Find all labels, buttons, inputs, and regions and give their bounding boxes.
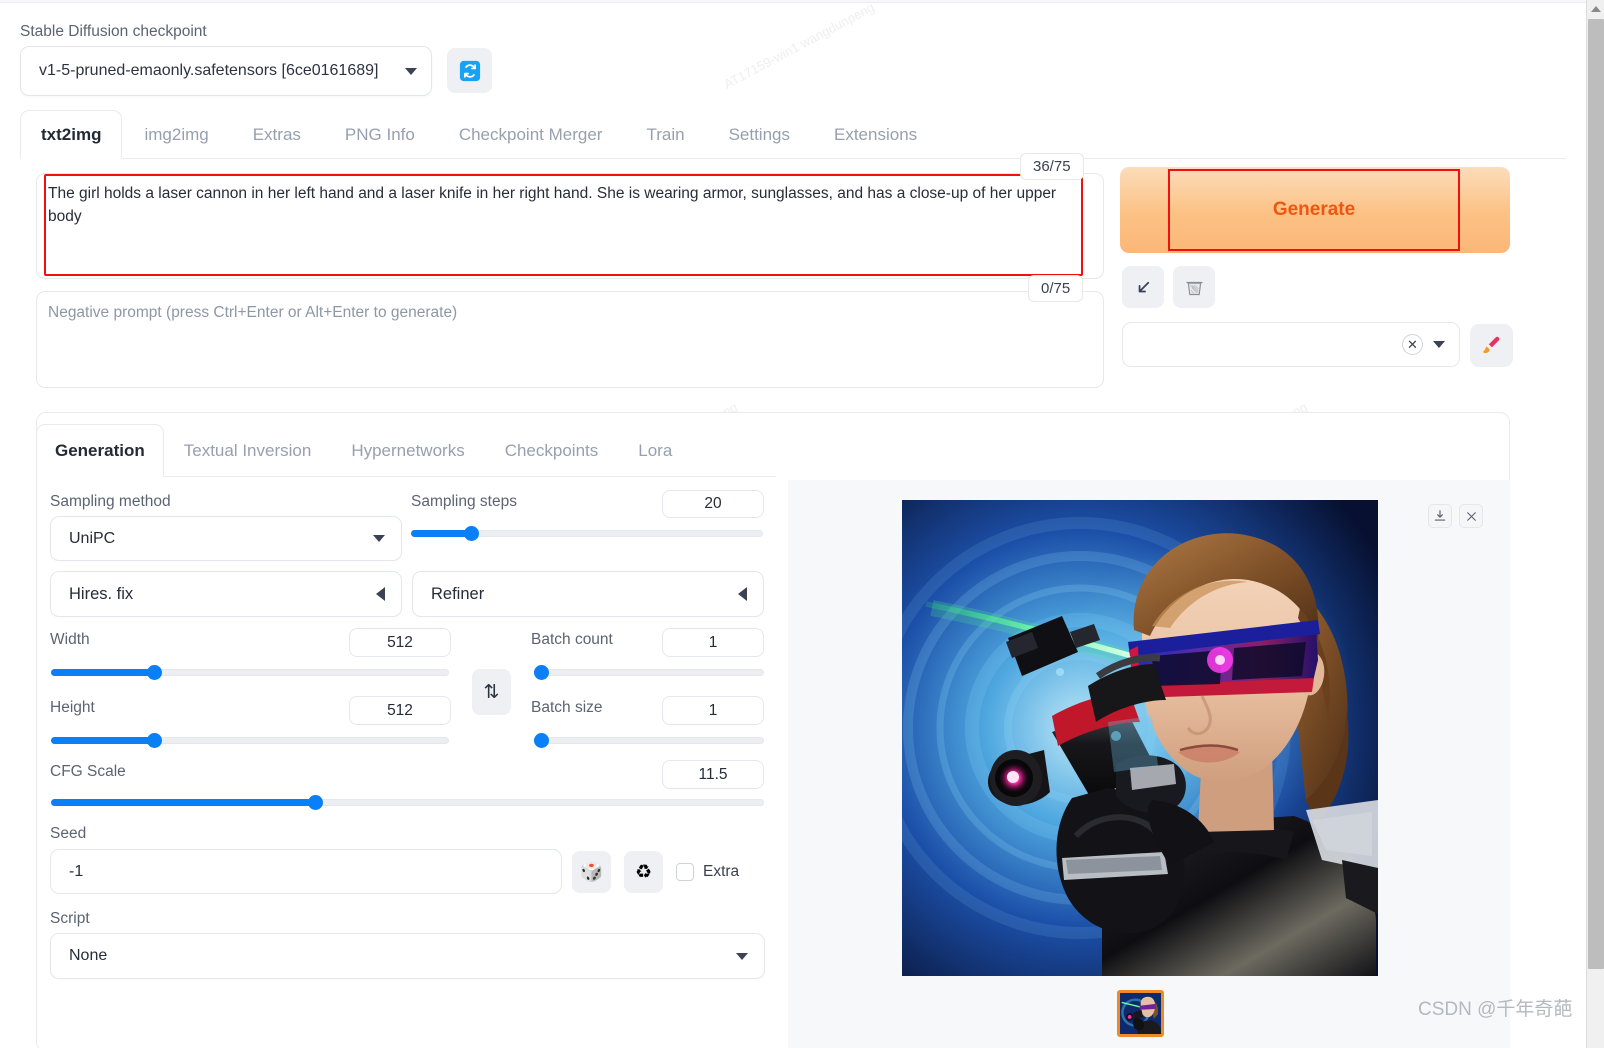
- checkpoint-label: Stable Diffusion checkpoint: [20, 23, 207, 40]
- cfg-scale-input[interactable]: 11.5: [662, 760, 764, 789]
- recycle-icon[interactable]: ♻: [624, 851, 663, 893]
- generate-button-label: Generate: [1272, 199, 1356, 220]
- sampling-steps-input[interactable]: 20: [662, 490, 764, 518]
- hires-fix-accordion[interactable]: Hires. fix: [50, 571, 402, 617]
- refiner-accordion[interactable]: Refiner: [412, 571, 764, 617]
- script-select[interactable]: None: [50, 933, 765, 979]
- sampling-method-select[interactable]: UniPC: [50, 516, 402, 561]
- chevron-down-icon: [405, 67, 417, 75]
- slider-track: [534, 669, 764, 676]
- tab-hypernetworks[interactable]: Hypernetworks: [331, 441, 484, 476]
- dice-icon[interactable]: 🎲: [572, 851, 611, 893]
- swap-dimensions-icon[interactable]: ⇅: [472, 669, 511, 715]
- batch-count-input[interactable]: 1: [662, 628, 764, 657]
- batch-size-input[interactable]: 1: [662, 696, 764, 725]
- tab-png-info[interactable]: PNG Info: [323, 125, 437, 158]
- tab-img2img[interactable]: img2img: [122, 125, 230, 158]
- scrollbar-thumb[interactable]: [1588, 19, 1604, 969]
- slider-fill: [51, 799, 315, 806]
- sampling-method-label: Sampling method: [50, 493, 171, 510]
- arrow-down-left-icon[interactable]: [1122, 266, 1164, 308]
- slider-fill: [411, 530, 471, 537]
- seed-input[interactable]: -1: [50, 849, 562, 894]
- seed-label: Seed: [50, 825, 87, 842]
- stable-diffusion-webui: AT17159-win1 wangdunpeng AT17159-win1 wa…: [0, 0, 1604, 1048]
- tab-settings[interactable]: Settings: [707, 125, 812, 158]
- slider-knob[interactable]: [307, 795, 323, 810]
- main-tab-bar: txt2img img2img Extras PNG Info Checkpoi…: [20, 110, 1566, 159]
- result-toolbar: [1428, 504, 1483, 528]
- generation-tab-bar: Generation Textual Inversion Hypernetwor…: [36, 419, 776, 477]
- slider-knob[interactable]: [463, 526, 479, 541]
- paintbrush-icon[interactable]: [1470, 324, 1513, 367]
- browser-scrollbar[interactable]: [1586, 0, 1604, 1048]
- negative-prompt-placeholder: Negative prompt (press Ctrl+Enter or Alt…: [48, 304, 458, 321]
- slider-knob[interactable]: [534, 733, 549, 748]
- height-label: Height: [50, 699, 95, 716]
- sampling-method-value: UniPC: [69, 529, 116, 547]
- tab-lora[interactable]: Lora: [618, 441, 692, 476]
- generate-button[interactable]: Generate: [1168, 169, 1460, 251]
- chevron-left-icon: [738, 587, 747, 601]
- slider-track: [534, 737, 764, 744]
- tab-checkpoint-merger[interactable]: Checkpoint Merger: [437, 125, 625, 158]
- sampling-steps-slider[interactable]: [411, 526, 763, 541]
- sampling-steps-label: Sampling steps: [411, 493, 517, 510]
- batch-size-label: Batch size: [531, 699, 603, 716]
- csdn-watermark: CSDN @千年奇葩: [1418, 999, 1573, 1020]
- extra-label: Extra: [703, 863, 740, 880]
- tab-textual-inversion[interactable]: Textual Inversion: [164, 441, 332, 476]
- page-top-edge: [0, 0, 1586, 3]
- styles-select[interactable]: ✕: [1122, 322, 1460, 367]
- batch-size-slider[interactable]: [534, 733, 764, 748]
- width-slider[interactable]: [51, 665, 449, 680]
- negative-prompt-token-counter: 0/75: [1028, 275, 1084, 302]
- trash-icon[interactable]: [1173, 266, 1215, 308]
- result-thumbnail[interactable]: [1117, 990, 1164, 1037]
- batch-count-slider[interactable]: [534, 665, 764, 680]
- cfg-scale-slider[interactable]: [51, 795, 764, 810]
- tab-generation[interactable]: Generation: [36, 424, 164, 477]
- chevron-down-icon: [736, 952, 748, 960]
- scroll-up-icon[interactable]: [1587, 0, 1604, 18]
- checkpoint-value: v1-5-pruned-emaonly.safetensors [6ce0161…: [39, 62, 379, 79]
- cfg-scale-label: CFG Scale: [50, 763, 126, 780]
- slider-fill: [51, 737, 155, 744]
- tab-extensions[interactable]: Extensions: [812, 125, 939, 158]
- generated-image[interactable]: [902, 500, 1378, 976]
- batch-count-label: Batch count: [531, 631, 613, 648]
- chevron-left-icon: [376, 587, 385, 601]
- slider-knob[interactable]: [147, 733, 163, 748]
- refresh-icon[interactable]: [447, 48, 492, 93]
- tab-txt2img[interactable]: txt2img: [20, 110, 123, 159]
- script-label: Script: [50, 910, 90, 927]
- tab-train[interactable]: Train: [624, 125, 706, 158]
- chevron-down-icon: [373, 535, 385, 542]
- height-slider[interactable]: [51, 733, 449, 748]
- tab-checkpoints[interactable]: Checkpoints: [485, 441, 619, 476]
- download-icon[interactable]: [1428, 504, 1452, 528]
- tab-extras[interactable]: Extras: [231, 125, 323, 158]
- prompt-text: The girl holds a laser cannon in her lef…: [48, 185, 1061, 225]
- slider-knob[interactable]: [534, 665, 549, 680]
- watermark-tile: AT17159-win1 wangdunpeng: [721, 0, 877, 92]
- script-value: None: [69, 947, 108, 964]
- chevron-down-icon: [1433, 341, 1445, 348]
- slider-knob[interactable]: [147, 665, 163, 680]
- extra-checkbox[interactable]: [676, 863, 694, 881]
- close-icon[interactable]: [1459, 504, 1483, 528]
- refiner-label: Refiner: [431, 584, 485, 603]
- clear-x-icon[interactable]: ✕: [1402, 334, 1423, 355]
- checkpoint-select[interactable]: v1-5-pruned-emaonly.safetensors [6ce0161…: [20, 46, 432, 96]
- width-input[interactable]: 512: [349, 628, 451, 657]
- width-label: Width: [50, 631, 90, 648]
- hires-fix-label: Hires. fix: [69, 584, 134, 603]
- prompt-token-counter: 36/75: [1020, 153, 1084, 180]
- slider-fill: [51, 669, 155, 676]
- height-input[interactable]: 512: [349, 696, 451, 725]
